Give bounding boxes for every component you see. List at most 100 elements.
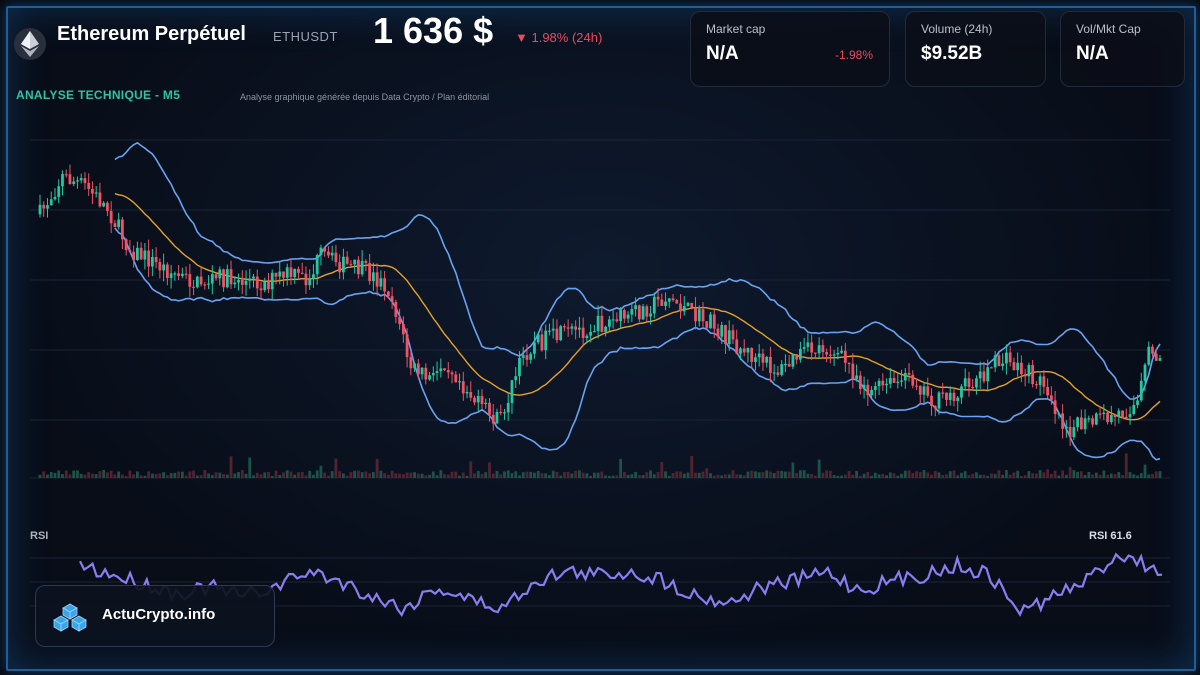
volume-bar [424,475,428,478]
candle-body [49,199,53,206]
candle-body [102,202,106,207]
volume-bar [574,470,578,478]
volume-bar [667,475,671,478]
volume-bar [915,471,918,478]
candle-body [454,374,458,383]
candle-body [195,276,199,288]
candle-body [83,178,87,183]
volume-bar [933,470,937,478]
candle-body [832,354,836,356]
volume-bar [1034,473,1038,478]
volume-bar [1113,474,1117,478]
volume-bar [413,472,416,478]
volume-bar [1057,475,1061,478]
candle-body [626,314,630,319]
candle-body [270,272,274,290]
volume-bar [263,472,267,478]
candle-body [840,350,844,353]
candle-body [881,380,885,386]
candle-body [315,255,319,275]
candle-body [577,327,581,330]
candle-body [1031,365,1035,385]
candle-body [1001,363,1005,367]
candle-body [375,272,379,287]
volume-bar [660,461,664,478]
brand-badge[interactable]: ActuCrypto.info [35,585,275,647]
volume-bar [742,475,746,478]
candle-body [356,259,360,275]
candle-body [518,357,521,377]
candle-body [237,279,240,283]
volume-bar [61,474,64,478]
candle-body [709,314,712,329]
volume-bar [312,474,315,478]
candle-body [345,256,349,264]
volume-bar [1158,471,1162,478]
candle-body [652,296,656,314]
volume-bar [581,472,585,478]
candle-body [660,299,664,306]
candle-body [705,321,709,329]
candle-body [285,267,289,278]
volume-bar [248,457,252,478]
volume-bar [259,474,263,478]
volume-bar [675,471,679,478]
volume-bar [117,471,121,478]
candle-body [817,345,821,354]
candle-body [300,272,304,275]
candle-body [892,377,896,383]
volume-bar [409,472,413,478]
candle-body [87,182,91,189]
volume-bar [270,475,274,478]
candle-body [323,247,327,252]
candle-body [521,355,525,358]
volume-bar [1031,473,1035,478]
candle-body [293,268,297,278]
candle-body [495,411,499,424]
volume-bar [76,470,79,478]
volume-bar [1106,474,1109,478]
volume-bar [926,472,930,478]
candle-body [664,301,667,306]
volume-bar [611,475,615,478]
candle-body [559,326,563,341]
candle-body [510,380,514,403]
bollinger-upper-band [114,141,1161,400]
candle-body [682,306,686,312]
volume-bar [622,471,626,478]
candle-body [360,261,364,275]
volume-bar [1147,474,1151,478]
candle-body [1064,426,1068,429]
candle-body [1113,414,1117,418]
volume-bar [42,471,46,478]
candle-body [1008,352,1012,363]
candle-body [94,192,98,194]
volume-bar [214,472,218,478]
candle-body [1158,358,1162,361]
volume-bar [757,472,761,478]
volume-bar [169,473,173,478]
candle-body [1012,362,1016,371]
candle-body [435,371,439,373]
volume-bar [499,474,503,478]
volume-bar [888,472,892,478]
candle-body [353,259,357,265]
volume-bar [461,472,465,478]
volume-bar [525,471,529,478]
candle-body [671,298,675,301]
candle-body [922,386,926,395]
candle-body [484,402,488,405]
volume-bar [825,470,829,478]
candle-body [1139,380,1143,401]
volume-bar [297,472,300,478]
candle-body [776,372,780,375]
candle-body [592,331,596,333]
volume-bar [484,472,488,478]
candle-body [327,251,330,256]
volume-bar [997,470,1001,478]
candle-body [199,276,203,285]
volume-bar [615,475,619,478]
candle-body [214,274,218,279]
volume-bar [727,474,731,478]
candle-body [769,356,772,373]
